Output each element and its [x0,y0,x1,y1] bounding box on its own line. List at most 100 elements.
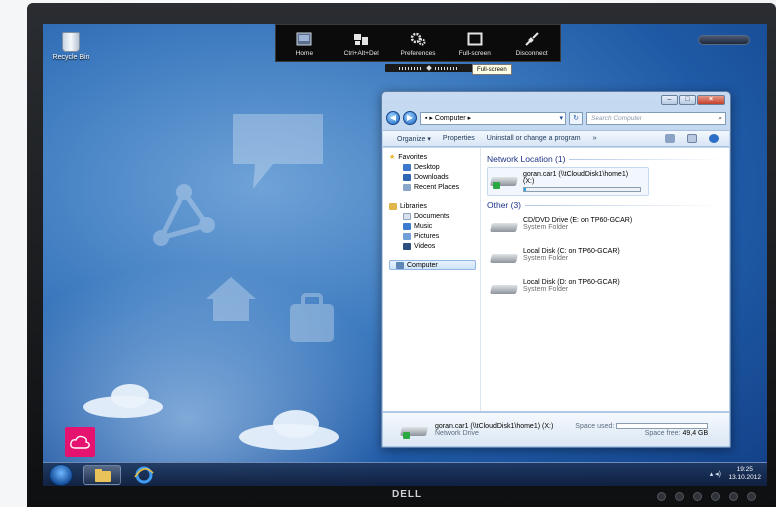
start-button[interactable] [49,464,73,486]
cd-drive-type: System Folder [523,224,569,231]
libraries-icon [389,202,397,210]
search-placeholder: Search Computer [591,114,642,122]
close-button[interactable]: × [697,95,725,105]
view-options-icon[interactable] [665,134,675,143]
toolbar-disconnect-button[interactable]: Disconnect [506,32,558,57]
wallpaper-speech-bubble-icon [233,114,323,189]
local-disk-d-item[interactable]: Local Disk (D: on TP60-GCAR) System Folde… [490,279,723,297]
network-location-group-header[interactable]: Network Location (1) [487,154,723,164]
nav-libraries[interactable]: Libraries [389,201,480,211]
preview-pane-icon[interactable] [687,134,697,143]
volume-icon[interactable]: ▴ ◂) [710,470,721,478]
clock-time: 19:25 [736,466,753,473]
toolbar-preferences-label: Preferences [400,50,436,57]
refresh-button[interactable]: ↻ [569,111,583,125]
breadcrumb-computer[interactable]: Computer [435,115,466,122]
details-type: Network Drive [435,429,479,437]
cd-drive-icon [490,217,518,235]
nav-videos[interactable]: Videos [389,241,480,251]
address-dropdown-icon[interactable]: ▾ [559,113,565,124]
nav-favorites[interactable]: ★ Favorites [389,152,480,162]
local-disk-d-type: System Folder [523,286,569,293]
properties-button[interactable]: Properties [443,135,475,142]
toolbar-ctrl-alt-del-button[interactable]: Ctrl+Alt+Del [335,32,387,57]
details-info: goran.car1 (\\tCloudDisk1\home1) (X:) Ne… [435,423,553,437]
drive-body [490,285,518,294]
nav-recent-places[interactable]: Recent Places [389,182,480,192]
command-bar: Organize ▾ Properties Uninstall or chang… [383,130,729,147]
pin-icon [426,65,432,71]
forward-button[interactable]: ▶ [403,111,417,125]
nav-desktop[interactable]: Desktop [389,162,480,172]
cd-drive-info: CD/DVD Drive (E: on TP60-GCAR) System Fol… [523,217,632,235]
clock[interactable]: 19:25 13.10.2012 [728,466,761,482]
home-icon [296,32,312,46]
taskbar: ▴ ◂) 19:25 13.10.2012 [43,462,767,486]
search-icon: ⌕ [718,114,722,122]
downloads-icon [403,173,411,181]
maximize-button[interactable]: □ [679,95,696,105]
cloud-app-shortcut[interactable] [65,427,95,457]
navigation-pane: ★ Favorites Desktop Downloads Recent Plac… [383,148,481,411]
minimize-button[interactable]: – [661,95,678,105]
organize-button[interactable]: Organize ▾ [397,135,431,143]
monitor-power-button[interactable] [747,492,756,501]
more-commands-button[interactable]: » [593,135,597,142]
monitor: Recycle Bin Home Ctrl+Alt+Del Preference… [27,3,776,507]
explorer-window: – □ × ◀ ▶ ▪ ▸ Computer ▸ ▾ ↻ Search Comp… [381,91,731,448]
monitor-button[interactable] [693,492,702,501]
help-icon[interactable] [709,134,719,143]
network-drive-info: goran.car1 (\\tCloudDisk1\home1) (X:) [523,171,641,192]
toolbar-preferences-button[interactable]: Preferences [392,32,444,57]
wallpaper-briefcase-icon [290,293,334,342]
handle-grip [435,66,459,70]
other-group-label: Other (3) [487,200,522,210]
window-controls: – □ × [661,95,725,105]
nav-music[interactable]: Music [389,221,480,231]
documents-icon [403,212,411,220]
wallpaper-house-icon [206,277,256,321]
nav-downloads[interactable]: Downloads [389,172,480,182]
local-disk-c-name: Local Disk (C: on TP60-GCAR) [523,248,620,255]
monitor-button[interactable] [657,492,666,501]
nav-documents[interactable]: Documents [389,211,480,221]
cd-dvd-drive-item[interactable]: CD/DVD Drive (E: on TP60-GCAR) System Fol… [490,217,723,235]
taskbar-ie-button[interactable] [125,465,163,485]
nav-computer[interactable]: Computer [389,260,476,270]
search-input[interactable]: Search Computer ⌕ [586,111,726,125]
toolbar-ctrl-alt-del-label: Ctrl+Alt+Del [343,50,379,57]
downloads-label: Downloads [414,173,449,181]
toolbar-disconnect-label: Disconnect [515,50,548,57]
back-button[interactable]: ◀ [386,111,400,125]
toolbar-home-button[interactable]: Home [278,32,330,57]
usage-fill [524,188,527,191]
details-space: Space used: Space free: 49,4 GB [575,423,709,437]
address-bar[interactable]: ▪ ▸ Computer ▸ ▾ [420,111,566,125]
nav-pictures[interactable]: Pictures [389,231,480,241]
libraries-group: Libraries Documents Music Pictures Video… [389,201,480,251]
recent-places-icon [403,183,411,191]
details-name: goran.car1 (\\tCloudDisk1\home1) (X:) [435,422,554,430]
monitor-button[interactable] [729,492,738,501]
keyboard-icon [354,34,369,45]
local-disk-c-item[interactable]: Local Disk (C: on TP60-GCAR) System Folde… [490,248,723,266]
fullscreen-tooltip: Full-screen [472,64,512,75]
toolbar-fullscreen-label: Full-screen [458,50,491,57]
monitor-button[interactable] [675,492,684,501]
uninstall-button[interactable]: Uninstall or change a program [487,135,581,142]
other-group-header[interactable]: Other (3) [487,200,723,210]
explorer-body: ★ Favorites Desktop Downloads Recent Plac… [383,148,729,411]
network-drive-item[interactable]: goran.car1 (\\tCloudDisk1\home1) (X:) [487,167,649,196]
drive-body [490,254,518,263]
drive-body [490,223,518,232]
toolbar-fullscreen-button[interactable]: Full-screen [449,32,501,57]
remote-status-pill[interactable] [698,35,750,45]
recent-places-label: Recent Places [414,183,460,191]
toolbar-drag-handle[interactable] [385,64,473,72]
pictures-icon [403,232,411,240]
network-badge [403,431,410,439]
recycle-bin-icon[interactable]: Recycle Bin [49,32,93,61]
monitor-button[interactable] [711,492,720,501]
taskbar-explorer-button[interactable] [83,465,121,485]
wallpaper-cloud [111,384,149,408]
